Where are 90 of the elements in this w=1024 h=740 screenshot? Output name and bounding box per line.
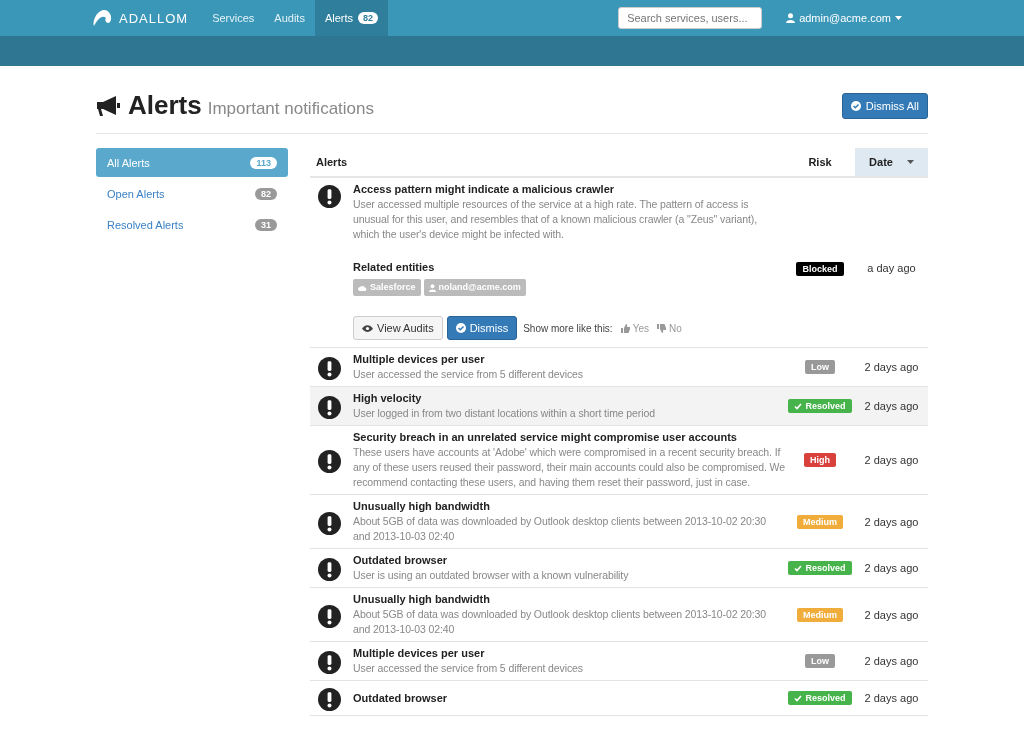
alert-description: User accessed multiple resources of the service at a high rate. The pattern of access is unusual for this user, and resembles that of a known malicious crawler (a "Zeus" variant), which the user's device might be infected with. [353,197,759,242]
alert-date: 2 days ago [863,454,920,466]
exclamation-circle-icon [318,651,341,674]
related-entities-heading: Related entities [353,260,436,275]
count-badge: 82 [358,12,379,24]
alert-title: Security breach in an unrelated service might compromise user accounts [353,430,738,445]
alert-date: 2 days ago [863,361,920,373]
caret-icon [906,160,914,164]
alert-row[interactable]: Unusually high bandwidth About 5GB of data was downloaded by Outlook desktop clients between 2013-10-02 20:30 and 2013-10-03 02:40 Medium 2 days ago [310,495,928,549]
exclamation-circle-icon [318,185,341,208]
alert-description: About 5GB of data was downloaded by Outlook desktop clients between 2013-10-02 20:30 and 2013-10-03 02:40 [353,514,768,544]
risk-badge: Low [805,654,835,668]
risk-badge: Low [805,360,835,374]
alert-title: Multiple devices per user [353,646,486,661]
alert-description: User accessed the service from 5 different devices [353,367,584,382]
alert-date: 2 days ago [863,562,920,574]
nav-link[interactable]: Alerts 82 [314,0,389,36]
sidebar-item[interactable]: All Alerts 113 [96,148,288,177]
risk-badge: Medium [797,514,843,529]
alert-description: These users have accounts at 'Adobe' which were compromised in a recent security breach. If any of these users reused their password, their main accounts could also be compromised. We recommend contacting these users, and having them reset their password, just in case. [353,445,785,490]
user-icon [786,13,796,23]
dismiss-button[interactable]: Dismiss [446,316,518,340]
alert-description: About 5GB of data was downloaded by Outlook desktop clients between 2013-10-02 20:30 and 2013-10-03 02:40 [353,607,768,637]
alert-title: Outdated browser [353,690,449,706]
dismiss-all-button[interactable]: Dismiss All [841,92,928,119]
alert-date: 2 days ago [863,608,920,621]
alert-description: User accessed the service from 5 different devices [353,661,584,676]
alert-row[interactable]: Outdated browser User is using an outdated browser with a known vulnerability Resolved 2 days ago [310,549,928,588]
page-title: Alerts [128,90,202,121]
search-field[interactable]: Search services, users... [618,7,763,29]
column-header[interactable]: Alerts [310,148,785,176]
exclamation-circle-icon [318,396,341,419]
alert-description: User is using an outdated browser with a known vulnerability [353,568,630,583]
risk-badge: High [804,453,836,467]
alert-title: Outdated browser [353,553,449,568]
alert-date: 2 days ago [863,515,920,528]
page-subtitle: Important notifications [207,98,374,119]
alert-row[interactable]: High velocity User logged in from two distant locations within a short time period Resolved 2 days ago [310,387,928,426]
exclamation-circle-icon [318,604,341,628]
megaphone-icon [96,94,122,117]
exclamation-circle-icon [318,450,341,473]
eye-icon [362,324,373,332]
sidebar-item[interactable]: Open Alerts 82 [96,179,288,208]
nav-link[interactable]: Audits [264,0,315,36]
check-icon [794,694,803,702]
alert-title: Unusually high bandwidth [353,499,491,514]
alert-date: a day ago [866,262,917,274]
exclamation-circle-icon [318,558,341,581]
exclamation-circle-icon [318,688,341,711]
risk-badge: Blocked [796,262,844,276]
thumbs-up-icon [620,323,630,333]
exclamation-circle-icon [318,357,341,380]
risk-badge: Resolved [788,561,852,575]
alert-title: Access pattern might indicate a malicious crawler [353,182,616,197]
view-audits-button[interactable]: View Audits [353,316,443,340]
column-header[interactable]: Date [855,148,928,176]
alert-description: User logged in from two distant locations within a short time period [353,406,656,421]
thumbs-down-icon [657,323,666,333]
alert-title: Multiple devices per user [353,352,486,367]
alert-title: High velocity [353,391,423,406]
risk-badge: Medium [797,607,843,622]
risk-badge: Resolved [788,399,852,413]
alert-row[interactable]: Multiple devices per user User accessed the service from 5 different devices Low 2 days ago [310,642,928,681]
count-badge: 82 [255,187,277,200]
logo-icon [92,8,114,28]
brand-name: ADALLOM [119,10,189,26]
check-icon [794,564,803,572]
user-menu[interactable]: admin@acme.com [786,12,902,24]
check-circle-icon [850,100,861,111]
alert-row[interactable]: Unusually high bandwidth About 5GB of data was downloaded by Outlook desktop clients between 2013-10-02 20:30 and 2013-10-03 02:40 Medium 2 days ago [310,588,928,642]
exclamation-circle-icon [318,511,341,535]
no-link[interactable]: No [657,320,682,336]
column-header[interactable]: Risk [785,148,855,176]
check-circle-icon [455,323,466,333]
cloud-icon [358,284,367,291]
alert-row[interactable]: Outdated browser Resolved 2 days ago [310,681,928,716]
alert-date: 2 days ago [863,400,920,412]
alert-date: 2 days ago [863,692,920,704]
user-icon [428,283,436,292]
risk-badge: Resolved [788,691,852,705]
alert-title: Unusually high bandwidth [353,592,491,607]
sidebar-item[interactable]: Resolved Alerts 31 [96,210,288,239]
count-badge: 31 [255,218,277,231]
count-badge: 113 [250,156,277,169]
nav-link[interactable]: Services [202,0,265,36]
caret-icon [895,16,902,20]
check-icon [794,402,803,410]
alert-date: 2 days ago [863,655,920,667]
feedback-label: Show more like this: [523,321,613,336]
yes-link[interactable]: Yes [620,320,649,336]
